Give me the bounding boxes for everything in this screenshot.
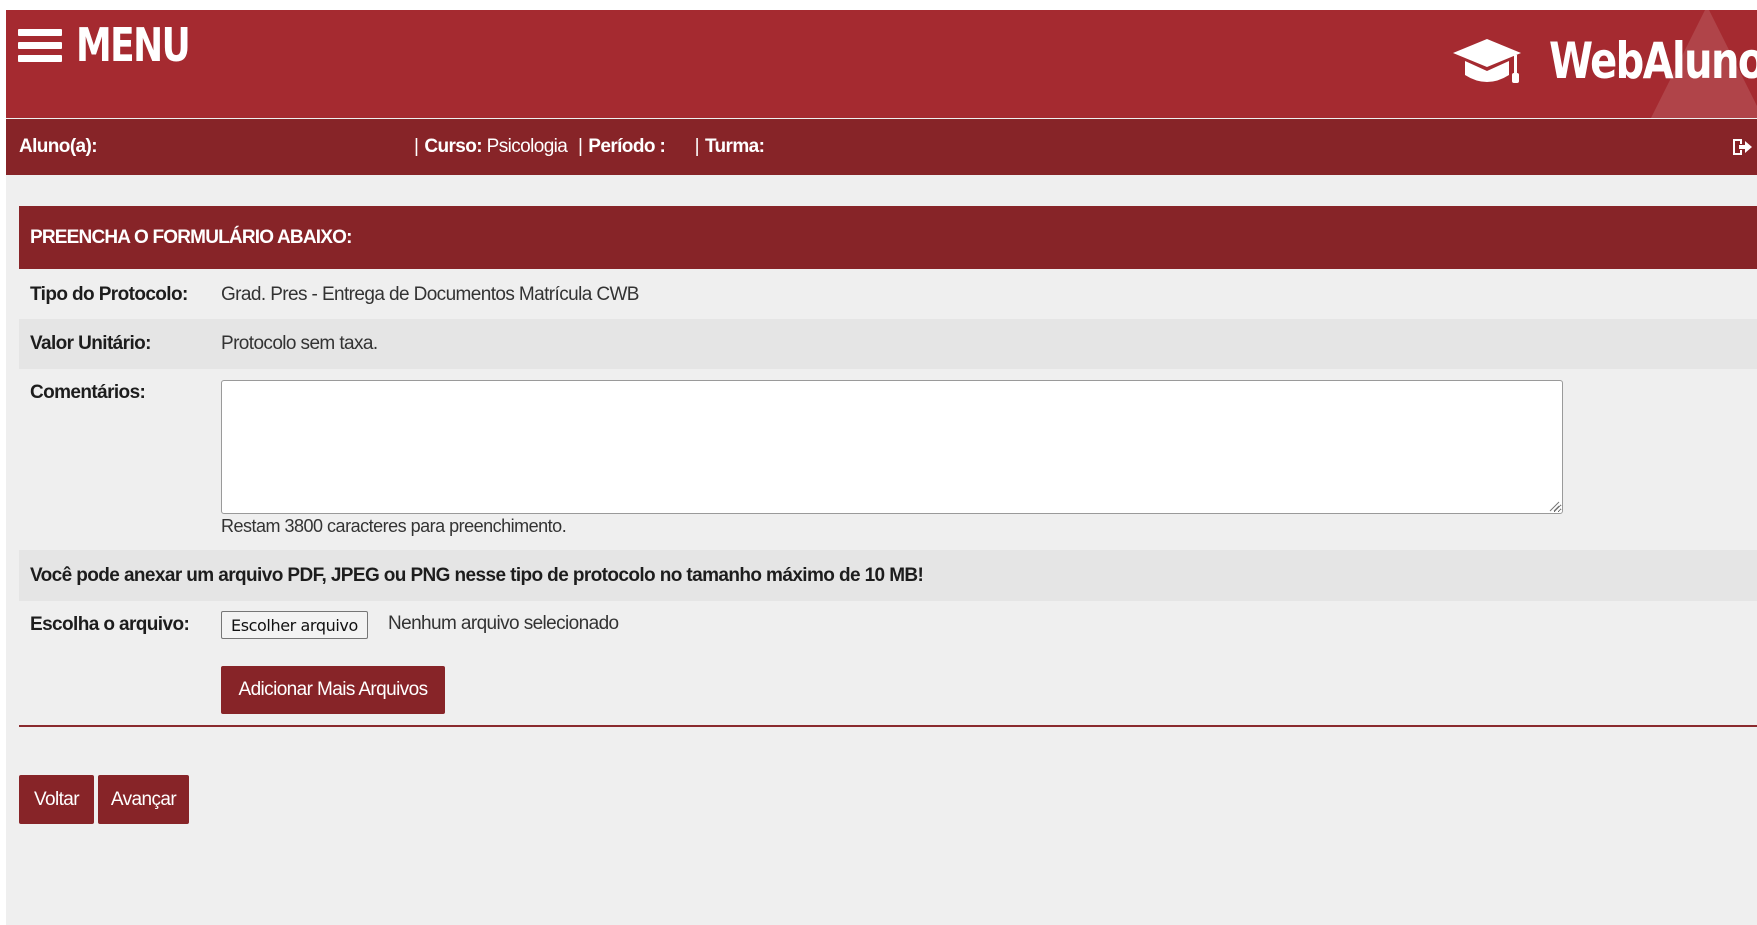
student-info-bar: Aluno(a): | Curso: Psicologia | Período : … [6,119,1757,175]
form-title: PREENCHA O FORMULÁRIO ABAIXO: [19,206,1757,269]
unit-value-row: Valor Unitário: Protocolo sem taxa. [19,319,1757,369]
graduation-cap-icon [1453,39,1521,83]
course-info: | Curso: Psicologia | Período : | Turma: [414,136,765,157]
protocol-type-value: Grad. Pres - Entrega de Documentos Matrí… [221,283,639,305]
brand-title: WebAluno [1549,32,1757,90]
menu-label: MENU [76,18,191,72]
course-value: Psicologia [486,136,568,157]
file-label: Escolha o arquivo: [30,614,190,635]
file-status: Nenhum arquivo selecionado [388,613,619,634]
protocol-type-label: Tipo do Protocolo: [30,283,188,305]
divider [19,725,1757,727]
back-button[interactable]: Voltar [19,775,94,824]
logout-icon[interactable] [1731,136,1753,158]
hamburger-icon [18,27,62,63]
resize-grip-icon[interactable] [1548,500,1560,512]
comments-label: Comentários: [30,382,146,403]
comments-textarea[interactable] [221,380,1563,514]
period-label: Período : [588,136,666,157]
top-header: MENU WebAluno [6,10,1757,118]
class-label: Turma: [704,136,765,157]
attach-note: Você pode anexar um arquivo PDF, JPEG ou… [30,564,924,586]
student-label: Aluno(a): [19,136,98,157]
course-label: Curso: [424,136,482,157]
brand-logo[interactable]: WebAluno [1451,32,1757,90]
next-button[interactable]: Avançar [98,775,189,824]
add-more-files-button[interactable]: Adicionar Mais Arquivos [221,666,445,714]
protocol-type-row: Tipo do Protocolo: Grad. Pres - Entrega … [19,270,1757,319]
attach-note-row: Você pode anexar um arquivo PDF, JPEG ou… [19,550,1757,601]
unit-value-value: Protocolo sem taxa. [221,333,378,354]
unit-value-label: Valor Unitário: [30,333,151,354]
char-counter: Restam 3800 caracteres para preenchiment… [221,516,567,536]
choose-file-button[interactable]: Escolher arquivo [221,611,368,639]
menu-button[interactable]: MENU [18,18,221,72]
